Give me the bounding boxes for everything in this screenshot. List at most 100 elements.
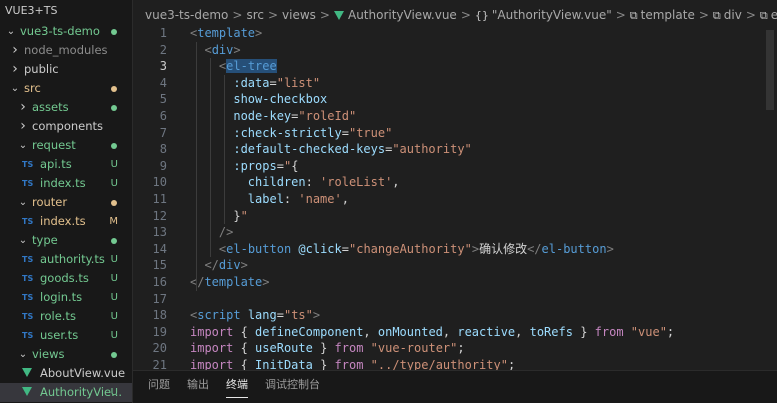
tree-item[interactable]: TS index.ts U (0, 174, 132, 193)
tree-item[interactable]: TS authority.ts U (0, 250, 132, 269)
code-token: , (341, 192, 349, 206)
typescript-file-icon: TS (22, 160, 34, 169)
line-number: 14 (152, 241, 167, 256)
chevron-down-icon: ⌄ (18, 140, 28, 151)
explorer-root-label[interactable]: VUE3+TS (0, 0, 132, 22)
code-text: </div> (190, 257, 247, 274)
tree-item-label: node_modules (24, 43, 108, 57)
tree-item[interactable]: TS goods.ts U (0, 269, 132, 288)
line-number: 4 (159, 75, 167, 90)
panel-tab[interactable]: 问题 (148, 378, 170, 398)
panel-tab[interactable]: 调试控制台 (265, 378, 320, 398)
explorer-sidebar: VUE3+TS ⌄ vue3-ts-demo › node_modules › publi… (0, 0, 133, 403)
editor-scrollbar[interactable] (763, 30, 777, 370)
tree-item[interactable]: › public (0, 60, 132, 79)
tree-item[interactable]: ⌄ views (0, 345, 132, 364)
line-number: 19 (152, 324, 167, 339)
code-text: </template> (190, 274, 269, 291)
chevron-right-icon: › (12, 42, 18, 58)
file-tree: ⌄ vue3-ts-demo › node_modules › public ⌄ src › as… (0, 22, 132, 402)
tree-item[interactable]: ⌄ request (0, 136, 132, 155)
git-status-dot (111, 352, 117, 358)
breadcrumb-component[interactable]: "AuthorityView.vue" (492, 8, 612, 22)
tree-item[interactable]: ⌄ type (0, 231, 132, 250)
code-token: 'name' (298, 192, 342, 206)
code-token: "true" (348, 125, 393, 140)
code-token: el-button (226, 241, 292, 256)
code-line: 17 (133, 291, 777, 308)
tree-item[interactable]: ⌄ router (0, 193, 132, 212)
tree-item[interactable]: TS index.ts M (0, 212, 132, 231)
code-line: 7 :check-strictly="true" (133, 125, 777, 142)
code-text: import { useRoute } from "vue-router"; (190, 340, 465, 357)
breadcrumb-el-tree[interactable]: el-tree (771, 8, 777, 22)
code-line: 15 </div> (133, 257, 777, 274)
tree-item[interactable]: TS api.ts U (0, 155, 132, 174)
breadcrumb-project[interactable]: vue3-ts-demo (145, 8, 228, 22)
line-number: 17 (152, 291, 167, 306)
tree-item[interactable]: AuthorityVie... U (0, 383, 132, 402)
line-number: 11 (152, 192, 167, 206)
code-token: :data (233, 75, 270, 90)
code-token: children (247, 175, 306, 190)
chevron-right-icon: › (20, 118, 26, 134)
code-token: } (312, 341, 335, 356)
tree-item[interactable]: TS login.ts U (0, 288, 132, 307)
line-number: 6 (159, 109, 167, 123)
line-number: 2 (159, 42, 167, 57)
line-number: 7 (159, 125, 167, 140)
typescript-file-icon: TS (22, 331, 34, 340)
code-text: }" (190, 208, 247, 225)
panel-tab[interactable]: 输出 (187, 378, 209, 398)
code-token: > (606, 241, 614, 256)
code-token: "authority" (392, 142, 472, 157)
tree-item[interactable]: ⌄ src (0, 79, 132, 98)
code-token: reactive (457, 324, 516, 339)
element-icon: ⧉ (712, 9, 721, 22)
code-text: <el-button @click="changeAuthority">确认修改… (190, 241, 614, 258)
code-line: 5 show-checkbox (133, 91, 777, 108)
code-token: import (190, 341, 234, 356)
code-token: , (515, 324, 530, 339)
code-line: 4 :data="list" (133, 75, 777, 92)
scrollbar-thumb[interactable] (766, 30, 774, 110)
code-token: </ (204, 258, 219, 273)
breadcrumb-div[interactable]: div (724, 8, 742, 22)
line-number: 20 (152, 341, 167, 356)
code-token: from (334, 341, 364, 356)
code-token: label (247, 192, 284, 206)
tree-item-label: api.ts (40, 157, 72, 171)
tree-item[interactable]: TS user.ts U (0, 326, 132, 345)
code-token: > (262, 275, 270, 289)
code-token: } (572, 324, 595, 339)
tree-item[interactable]: TS role.ts U (0, 307, 132, 326)
chevron-right-icon: > (267, 8, 279, 22)
code-token: @click (298, 241, 342, 256)
git-status-dot (111, 86, 117, 92)
code-token: = (269, 75, 277, 90)
chevron-right-icon: > (745, 8, 756, 22)
breadcrumb-file[interactable]: AuthorityView.vue (348, 8, 457, 22)
panel-tab[interactable]: 终端 (226, 378, 248, 398)
breadcrumb-src[interactable]: src (246, 8, 264, 22)
code-token: { (233, 341, 256, 356)
chevron-right-icon: > (615, 8, 626, 22)
tree-item-label: type (32, 233, 58, 247)
tree-item[interactable]: AboutView.vue (0, 364, 132, 383)
code-editor[interactable]: 1 <template> 2 <div> 3 <el-tree 4 :data="lis… (133, 22, 777, 372)
code-text: <el-tree (190, 58, 277, 75)
chevron-down-icon: ⌄ (6, 26, 16, 37)
tree-item[interactable]: › node_modules (0, 41, 132, 60)
tree-item[interactable]: › components (0, 117, 132, 136)
breadcrumb-template[interactable]: template (641, 8, 695, 22)
code-token: toRefs (529, 324, 573, 339)
breadcrumb-views[interactable]: views (282, 8, 316, 22)
code-token: :props (233, 158, 277, 173)
code-line: 18 <script lang="ts"> (133, 307, 777, 324)
tree-item[interactable]: › assets (0, 98, 132, 117)
typescript-file-icon: TS (22, 217, 34, 226)
tree-item[interactable]: ⌄ vue3-ts-demo (0, 22, 132, 41)
